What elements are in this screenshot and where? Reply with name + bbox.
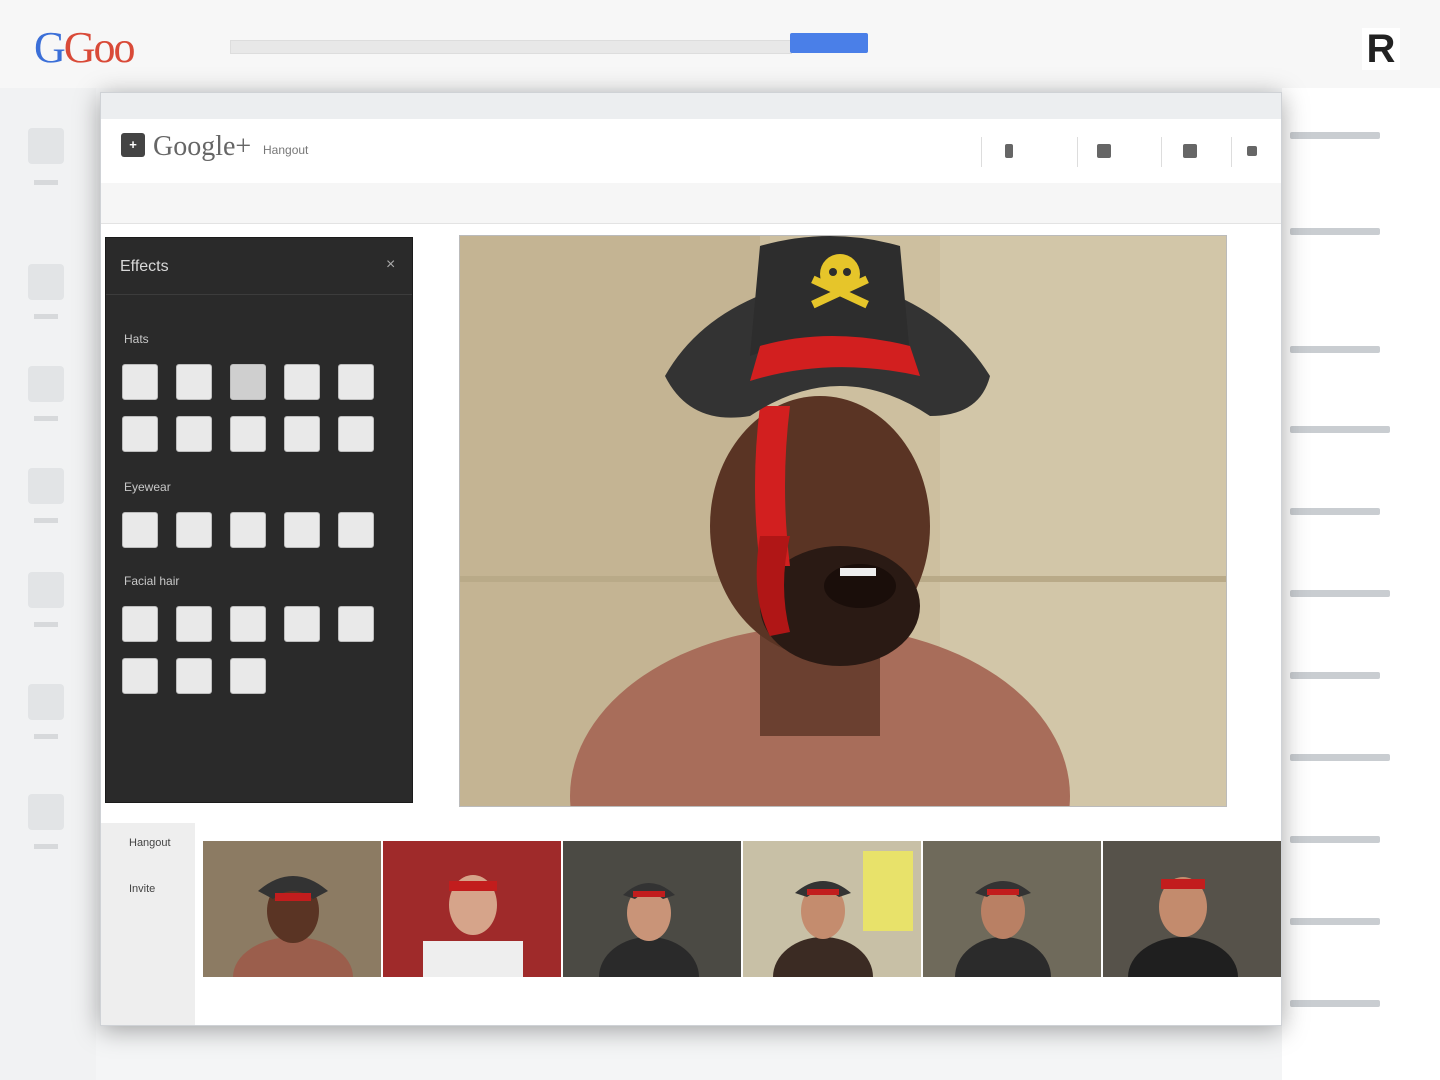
profile-icon[interactable] (28, 264, 64, 300)
facial-hair-effect-tile[interactable] (230, 658, 266, 694)
divider (1077, 137, 1078, 167)
effects-panel: Effects × Hats Eyewear Facial hair (105, 237, 413, 803)
tab-invite[interactable]: Invite (129, 883, 155, 895)
close-icon[interactable]: × (386, 256, 395, 274)
hangout-label: Hangout (263, 143, 309, 157)
hat-effect-tile[interactable] (338, 364, 374, 400)
hat-effect-tile[interactable] (284, 416, 320, 452)
circles-icon[interactable] (28, 572, 64, 608)
left-nav (0, 88, 96, 1080)
right-column-item[interactable] (1290, 1000, 1380, 1007)
toolbar (101, 183, 1281, 224)
facial-hair-effect-tile[interactable] (176, 658, 212, 694)
right-column-item[interactable] (1290, 672, 1380, 679)
section-label-eyewear: Eyewear (124, 480, 171, 494)
photos-icon[interactable] (28, 468, 64, 504)
participant-thumbnail[interactable] (563, 841, 743, 977)
participant-thumbnail[interactable] (1103, 841, 1281, 977)
background-top-bar: GGoo R (0, 0, 1440, 88)
hat-effect-tile[interactable] (230, 416, 266, 452)
camera-button[interactable] (1097, 141, 1111, 161)
hat-effect-tile[interactable] (284, 364, 320, 400)
search-input[interactable] (230, 40, 792, 54)
nav-label (34, 518, 58, 523)
facial-hair-effect-tile[interactable] (122, 658, 158, 694)
nav-label (34, 734, 58, 739)
participant-thumbnail[interactable] (743, 841, 923, 977)
right-column-item[interactable] (1290, 508, 1380, 515)
facial-hair-effect-tile[interactable] (122, 606, 158, 642)
pirate-hat-effect-tile[interactable] (230, 364, 266, 400)
facial-hair-effect-tile[interactable] (338, 606, 374, 642)
gear-icon (1183, 144, 1197, 158)
tab-hangout[interactable]: Hangout (129, 837, 171, 849)
hat-effect-tile[interactable] (122, 416, 158, 452)
eyewear-effect-tile[interactable] (284, 512, 320, 548)
facial-hair-effect-tile[interactable] (284, 606, 320, 642)
hangout-window: + Google+ Hangout Effects × Hats Eyewear… (100, 92, 1282, 1026)
settings-button[interactable] (1183, 141, 1197, 161)
participant-thumbnail[interactable] (203, 841, 383, 977)
camera-icon (1097, 144, 1111, 158)
right-column-item[interactable] (1290, 918, 1380, 925)
home-icon[interactable] (28, 128, 64, 164)
exit-icon (1247, 146, 1257, 156)
facial-hair-effect-tile[interactable] (230, 606, 266, 642)
right-column-item[interactable] (1290, 836, 1380, 843)
participants-area: Hangout Invite (101, 823, 1281, 1025)
hangout-header: + Google+ Hangout (101, 119, 1281, 184)
hangout-icon: + (121, 133, 145, 157)
pages-icon[interactable] (28, 794, 64, 830)
hat-effect-tile[interactable] (122, 364, 158, 400)
right-column-item[interactable] (1290, 426, 1390, 433)
divider (1161, 137, 1162, 167)
effects-panel-header: Effects × (106, 238, 412, 295)
right-column-item[interactable] (1290, 132, 1380, 139)
games-icon[interactable] (28, 684, 64, 720)
nav-label (34, 180, 58, 185)
search-button[interactable] (790, 33, 868, 53)
eyewear-effect-tile[interactable] (230, 512, 266, 548)
participant-thumbnail[interactable] (383, 841, 563, 977)
nav-label (34, 622, 58, 627)
section-label-hats: Hats (124, 332, 149, 346)
video-image (460, 236, 1226, 806)
exit-button[interactable] (1247, 141, 1257, 161)
eyewear-effect-tile[interactable] (338, 512, 374, 548)
effects-panel-title: Effects (120, 258, 169, 275)
google-plus-logo: Google+ (153, 131, 252, 162)
facial-hair-effect-tile[interactable] (176, 606, 212, 642)
right-column-item[interactable] (1290, 590, 1390, 597)
hat-effect-tile[interactable] (176, 364, 212, 400)
right-column (1282, 88, 1440, 1080)
nav-label (34, 314, 58, 319)
section-label-facial-hair: Facial hair (124, 574, 180, 588)
divider (1231, 137, 1232, 167)
hat-effect-tile[interactable] (176, 416, 212, 452)
right-column-item[interactable] (1290, 754, 1390, 761)
divider (981, 137, 982, 167)
avatar[interactable]: R (1362, 28, 1400, 70)
right-column-item[interactable] (1290, 228, 1380, 235)
hat-effect-tile[interactable] (338, 416, 374, 452)
eyewear-effect-tile[interactable] (176, 512, 212, 548)
google-logo[interactable]: GGoo (34, 22, 136, 73)
participant-thumbnail-strip (203, 841, 1281, 977)
bottom-sidebar: Hangout Invite (101, 823, 195, 1025)
microphone-button[interactable] (1005, 141, 1013, 161)
right-column-item[interactable] (1290, 346, 1380, 353)
nav-label (34, 844, 58, 849)
microphone-icon (1005, 144, 1013, 158)
participant-thumbnail[interactable] (923, 841, 1103, 977)
eyewear-effect-tile[interactable] (122, 512, 158, 548)
window-title-bar[interactable] (101, 93, 1281, 120)
main-video-feed[interactable] (459, 235, 1227, 807)
explore-icon[interactable] (28, 366, 64, 402)
nav-label (34, 416, 58, 421)
